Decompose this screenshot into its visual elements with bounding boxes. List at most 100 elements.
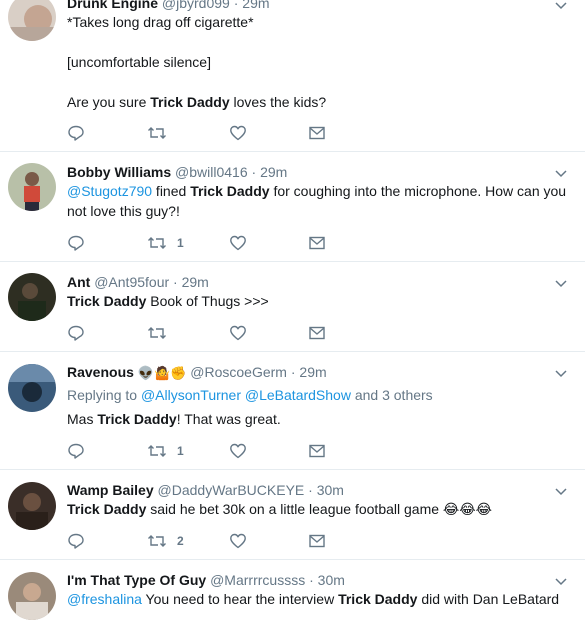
tweet-actions: 1 xyxy=(67,233,367,253)
mention-link[interactable]: @AllysonTurner xyxy=(141,387,241,403)
display-name[interactable]: Drunk Engine xyxy=(67,0,158,11)
tweet-line: Mas Trick Daddy! That was great. xyxy=(67,411,281,427)
tweet-actions: 1 xyxy=(67,441,367,461)
dm-button[interactable] xyxy=(308,123,326,143)
tweet-line: Are you sure Trick Daddy loves the kids? xyxy=(67,94,327,110)
tweet-text: *Takes long drag off cigarette* [uncomfo… xyxy=(67,12,569,112)
tweet[interactable]: Bobby Williams @bwill0416 · 29m @Stugotz… xyxy=(0,152,585,260)
reply-button[interactable] xyxy=(67,323,85,343)
avatar[interactable] xyxy=(8,364,56,412)
like-button[interactable] xyxy=(229,123,247,143)
avatar[interactable] xyxy=(8,0,56,41)
retweet-icon xyxy=(148,327,166,339)
reply-button[interactable] xyxy=(67,531,85,551)
retweet-count: 1 xyxy=(177,444,184,458)
reply-button[interactable] xyxy=(67,233,85,253)
tweet[interactable]: Ant @Ant95four · 29m Trick Daddy Book of… xyxy=(0,262,585,350)
user-handle[interactable]: @Ant95four xyxy=(94,274,169,290)
retweet-button[interactable] xyxy=(147,123,177,143)
tweet-line: Trick Daddy Book of Thugs >>> xyxy=(67,293,269,309)
highlighted-term: Trick Daddy xyxy=(67,501,147,517)
tweet-text: @freshalina You need to hear the intervi… xyxy=(67,589,569,609)
avatar[interactable] xyxy=(8,482,56,530)
tweet-line-blank xyxy=(67,72,569,92)
tweet-text-rest: You need to hear the interview Trick Dad… xyxy=(141,591,560,607)
tweet-text: Replying to @AllysonTurner @LeBatardShow… xyxy=(67,385,569,429)
avatar[interactable] xyxy=(8,273,56,321)
tweet-line: *Takes long drag off cigarette* xyxy=(67,14,254,30)
retweet-count: 1 xyxy=(177,236,184,250)
display-name[interactable]: Bobby Williams xyxy=(67,164,171,180)
chevron-down-icon[interactable] xyxy=(555,368,567,380)
tweet-line: @freshalina You need to hear the intervi… xyxy=(67,589,569,609)
timestamp[interactable]: 29m xyxy=(242,0,269,11)
retweet-button[interactable]: 1 xyxy=(147,441,184,461)
timestamp[interactable]: 30m xyxy=(317,482,344,498)
user-handle[interactable]: @bwill0416 xyxy=(175,164,248,180)
like-button[interactable] xyxy=(229,233,247,253)
reply-suffix[interactable]: and 3 others xyxy=(351,387,433,403)
separator-dot: · xyxy=(290,364,296,380)
reply-prefix: Replying to xyxy=(67,387,141,403)
timestamp[interactable]: 29m xyxy=(299,364,326,380)
user-handle[interactable]: @RoscoeGerm xyxy=(190,364,287,380)
reply-icon xyxy=(68,533,84,549)
name-emoji: 👽🤷✊ xyxy=(137,365,187,381)
avatar[interactable] xyxy=(8,572,56,620)
reply-icon xyxy=(68,235,84,251)
separator-dot: · xyxy=(233,0,239,11)
user-handle[interactable]: @Marrrrcussss xyxy=(210,572,305,588)
tweet-header: I'm That Type Of Guy @Marrrrcussss · 30m xyxy=(67,571,345,589)
user-handle[interactable]: @DaddyWarBUCKEYE xyxy=(158,482,305,498)
separator-dot: · xyxy=(309,572,314,588)
retweet-count: 2 xyxy=(177,534,184,548)
dm-button[interactable] xyxy=(308,323,326,343)
retweet-button[interactable] xyxy=(147,323,177,343)
tweet-text: @Stugotz790 fined Trick Daddy for coughi… xyxy=(67,181,569,221)
user-handle[interactable]: @jbyrd099 xyxy=(162,0,230,11)
tweet-header: Drunk Engine @jbyrd099 · 29m xyxy=(67,0,270,12)
chevron-down-icon[interactable] xyxy=(555,278,567,290)
reply-button[interactable] xyxy=(67,123,85,143)
timestamp[interactable]: 30m xyxy=(318,572,345,588)
retweet-button[interactable]: 2 xyxy=(147,531,184,551)
chevron-down-icon[interactable] xyxy=(555,576,567,588)
timestamp[interactable]: 29m xyxy=(260,164,287,180)
heart-icon xyxy=(230,325,246,341)
envelope-icon xyxy=(309,126,325,140)
tweet[interactable]: I'm That Type Of Guy @Marrrrcussss · 30m… xyxy=(0,560,585,620)
mention-link[interactable]: @Stugotz790 xyxy=(67,183,152,199)
retweet-icon xyxy=(148,535,166,547)
tweet-text: Trick Daddy said he bet 30k on a little … xyxy=(67,499,569,519)
retweet-button[interactable]: 1 xyxy=(147,233,184,253)
dm-button[interactable] xyxy=(308,531,326,551)
display-name[interactable]: Ravenous xyxy=(67,364,134,380)
avatar[interactable] xyxy=(8,163,56,211)
tweet[interactable]: Wamp Bailey @DaddyWarBUCKEYE · 30m Trick… xyxy=(0,470,585,558)
envelope-icon xyxy=(309,444,325,458)
tweet[interactable]: Drunk Engine @jbyrd099 · 29m *Takes long… xyxy=(0,0,585,150)
envelope-icon xyxy=(309,534,325,548)
dm-button[interactable] xyxy=(308,441,326,461)
heart-icon xyxy=(230,125,246,141)
highlighted-term: Trick Daddy xyxy=(338,591,418,607)
mention-link[interactable]: @LeBatardShow xyxy=(245,387,351,403)
like-button[interactable] xyxy=(229,323,247,343)
display-name[interactable]: Ant xyxy=(67,274,90,290)
chevron-down-icon[interactable] xyxy=(555,0,567,12)
tweet-actions: 2 xyxy=(67,531,367,551)
reply-button[interactable] xyxy=(67,441,85,461)
tweet-line-blank xyxy=(67,32,569,52)
timestamp[interactable]: 29m xyxy=(182,274,209,290)
chevron-down-icon[interactable] xyxy=(555,168,567,180)
display-name[interactable]: I'm That Type Of Guy xyxy=(67,572,206,588)
chevron-down-icon[interactable] xyxy=(555,486,567,498)
tweet[interactable]: Ravenous 👽🤷✊ @RoscoeGerm · 29m Replying … xyxy=(0,352,585,468)
dm-button[interactable] xyxy=(308,233,326,253)
like-button[interactable] xyxy=(229,531,247,551)
display-name[interactable]: Wamp Bailey xyxy=(67,482,154,498)
like-button[interactable] xyxy=(229,441,247,461)
mention-link[interactable]: @freshalina xyxy=(67,591,142,607)
reply-icon xyxy=(68,443,84,459)
retweet-icon xyxy=(148,237,166,249)
